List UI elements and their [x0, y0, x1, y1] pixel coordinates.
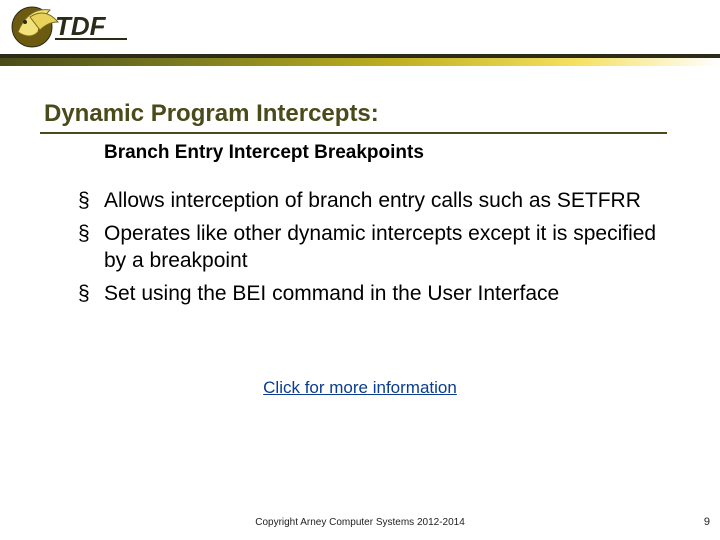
list-item: Allows interception of branch entry call…	[78, 188, 680, 215]
bullet-list: Allows interception of branch entry call…	[40, 188, 680, 308]
header-rule	[0, 54, 720, 66]
footer-copyright: Copyright Arney Computer Systems 2012-20…	[0, 517, 720, 528]
logo-text: TDF	[55, 11, 107, 41]
slide-content: Dynamic Program Intercepts: Branch Entry…	[0, 70, 720, 398]
list-item: Operates like other dynamic intercepts e…	[78, 221, 680, 275]
slide-title: Dynamic Program Intercepts:	[44, 100, 680, 128]
more-info: Click for more information	[40, 378, 680, 398]
slide-header: TDF	[0, 0, 720, 70]
slide-subtitle: Branch Entry Intercept Breakpoints	[104, 142, 680, 164]
page-number: 9	[704, 516, 710, 528]
list-item: Set using the BEI command in the User In…	[78, 281, 680, 308]
more-info-link[interactable]: Click for more information	[263, 378, 457, 397]
slide: TDF Dynamic Program Intercepts: Branch E…	[0, 0, 720, 540]
tdf-logo: TDF	[10, 2, 140, 52]
title-underline	[40, 132, 667, 134]
